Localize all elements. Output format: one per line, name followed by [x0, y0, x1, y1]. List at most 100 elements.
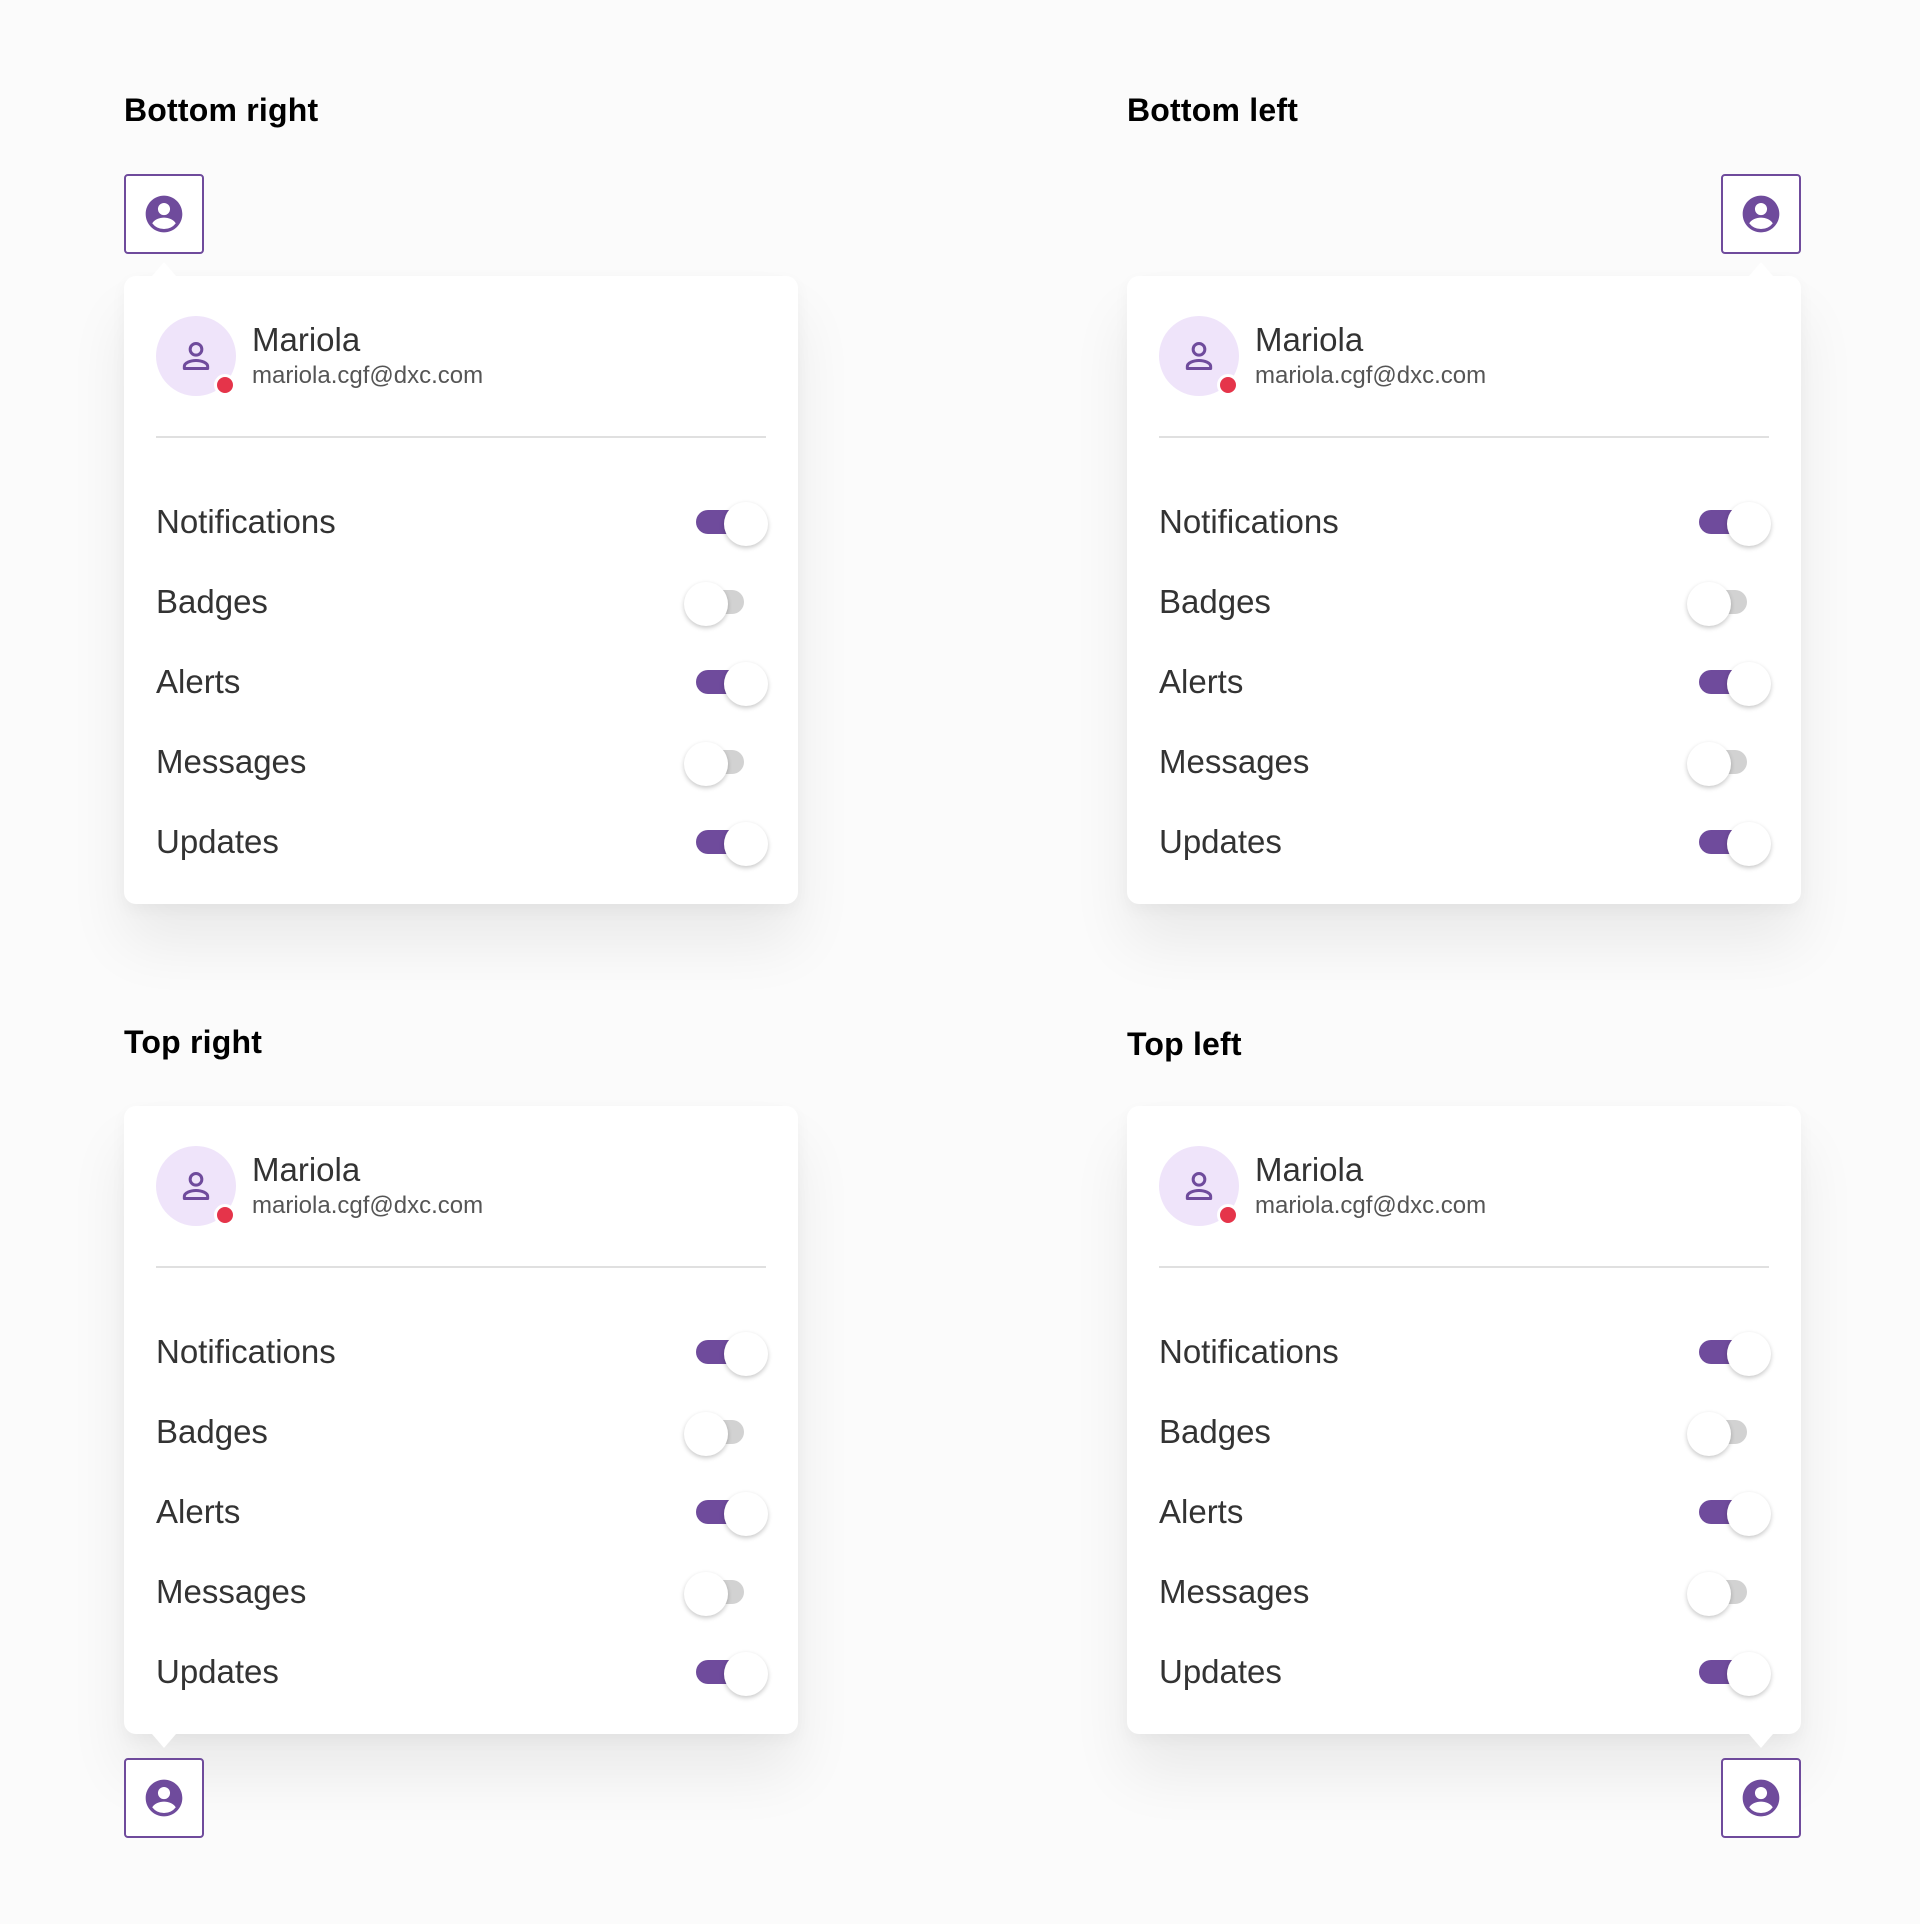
user-email: mariola.cgf@dxc.com	[252, 362, 484, 389]
account-circle-icon	[1742, 1779, 1780, 1817]
updates-switch[interactable]	[676, 814, 768, 870]
setting-label: Alerts	[1159, 663, 1244, 700]
user-info: Mariola mariola.cgf@dxc.com	[1159, 1146, 1486, 1226]
status-badge	[1217, 374, 1239, 396]
section-top-right: Top right Mariola mariola.cgf@dxc.com No…	[124, 1020, 798, 1920]
user-info: Mariola mariola.cgf@dxc.com	[1159, 316, 1486, 396]
section-bottom-right: Bottom right Mariola mariola.cgf@dxc.com…	[124, 88, 798, 988]
badges-switch[interactable]	[1679, 1404, 1769, 1460]
setting-row-notifications: Notifications	[1159, 1312, 1771, 1392]
person-outline-icon	[182, 1172, 210, 1200]
setting-label: Updates	[1159, 823, 1282, 860]
setting-label: Notifications	[156, 1333, 336, 1370]
user-info: Mariola mariola.cgf@dxc.com	[156, 316, 483, 396]
badges-switch[interactable]	[676, 1404, 766, 1460]
section-top-left: Top left Mariola mariola.cgf@dxc.com Not…	[1127, 1020, 1801, 1920]
user-popover: Mariola mariola.cgf@dxc.com Notification…	[1127, 1106, 1801, 1748]
badges-switch[interactable]	[1679, 574, 1769, 630]
setting-row-messages: Messages	[156, 722, 766, 802]
setting-label: Notifications	[156, 503, 336, 540]
setting-label: Messages	[1159, 1573, 1310, 1610]
setting-row-updates: Updates	[156, 802, 768, 882]
user-name: Mariola	[1255, 321, 1364, 358]
setting-label: Updates	[1159, 1653, 1282, 1690]
popover-arrow	[152, 1734, 176, 1748]
notifications-switch[interactable]	[1679, 494, 1771, 550]
user-menu-button[interactable]	[1721, 1758, 1801, 1838]
section-title: Bottom left	[1127, 92, 1299, 128]
user-name: Mariola	[252, 1151, 361, 1188]
alerts-switch[interactable]	[1679, 654, 1771, 710]
avatar	[156, 316, 236, 396]
setting-row-messages: Messages	[1159, 722, 1769, 802]
section-title: Bottom right	[124, 92, 319, 128]
section-bottom-left: Bottom left Mariola mariola.cgf@dxc.com …	[1127, 88, 1801, 988]
status-badge	[214, 1204, 236, 1226]
setting-row-updates: Updates	[1159, 802, 1771, 882]
updates-switch[interactable]	[1679, 1644, 1771, 1700]
notifications-switch[interactable]	[676, 494, 768, 550]
avatar	[156, 1146, 236, 1226]
setting-row-alerts: Alerts	[156, 1472, 768, 1552]
setting-row-badges: Badges	[1159, 1392, 1769, 1472]
user-email: mariola.cgf@dxc.com	[1255, 1192, 1487, 1219]
user-menu-button[interactable]	[124, 174, 204, 254]
notifications-switch[interactable]	[676, 1324, 768, 1380]
alerts-switch[interactable]	[1679, 1484, 1771, 1540]
section-title: Top right	[124, 1024, 263, 1060]
settings-list: Notifications Badges Alerts Messages Upd…	[1159, 482, 1771, 882]
messages-switch[interactable]	[1679, 1564, 1769, 1620]
alerts-switch[interactable]	[676, 1484, 768, 1540]
popover-arrow	[1749, 262, 1773, 276]
setting-row-notifications: Notifications	[156, 1312, 768, 1392]
setting-label: Badges	[1159, 1413, 1271, 1450]
user-popover: Mariola mariola.cgf@dxc.com Notification…	[124, 1106, 798, 1748]
updates-switch[interactable]	[676, 1644, 768, 1700]
setting-label: Notifications	[1159, 1333, 1339, 1370]
setting-label: Messages	[156, 743, 307, 780]
messages-switch[interactable]	[1679, 734, 1769, 790]
user-popover: Mariola mariola.cgf@dxc.com Notification…	[124, 262, 798, 904]
notifications-switch[interactable]	[1679, 1324, 1771, 1380]
divider	[1159, 1266, 1769, 1268]
setting-label: Badges	[156, 1413, 268, 1450]
user-email: mariola.cgf@dxc.com	[1255, 362, 1487, 389]
user-popover: Mariola mariola.cgf@dxc.com Notification…	[1127, 262, 1801, 904]
setting-row-alerts: Alerts	[1159, 1472, 1771, 1552]
badges-switch[interactable]	[676, 574, 766, 630]
alerts-switch[interactable]	[676, 654, 768, 710]
divider	[156, 436, 766, 438]
person-outline-icon	[1185, 342, 1213, 370]
user-info: Mariola mariola.cgf@dxc.com	[156, 1146, 483, 1226]
account-circle-icon	[145, 195, 183, 233]
setting-row-updates: Updates	[1159, 1632, 1771, 1712]
person-outline-icon	[182, 342, 210, 370]
setting-row-notifications: Notifications	[156, 482, 768, 562]
setting-label: Alerts	[1159, 1493, 1244, 1530]
setting-label: Alerts	[156, 663, 241, 700]
setting-row-updates: Updates	[156, 1632, 768, 1712]
user-menu-button[interactable]	[124, 1758, 204, 1838]
setting-row-messages: Messages	[156, 1552, 766, 1632]
setting-row-badges: Badges	[156, 1392, 766, 1472]
setting-row-notifications: Notifications	[1159, 482, 1771, 562]
setting-label: Notifications	[1159, 503, 1339, 540]
updates-switch[interactable]	[1679, 814, 1771, 870]
divider	[1159, 436, 1769, 438]
settings-list: Notifications Badges Alerts Messages Upd…	[1159, 1312, 1771, 1712]
setting-row-alerts: Alerts	[1159, 642, 1771, 722]
setting-label: Updates	[156, 1653, 279, 1690]
setting-label: Badges	[156, 583, 268, 620]
setting-label: Messages	[1159, 743, 1310, 780]
setting-label: Badges	[1159, 583, 1271, 620]
messages-switch[interactable]	[676, 734, 766, 790]
person-outline-icon	[1185, 1172, 1213, 1200]
popover-arrow	[1749, 1734, 1773, 1748]
setting-label: Alerts	[156, 1493, 241, 1530]
status-badge	[214, 374, 236, 396]
settings-list: Notifications Badges Alerts Messages Upd…	[156, 1312, 768, 1712]
messages-switch[interactable]	[676, 1564, 766, 1620]
divider	[156, 1266, 766, 1268]
setting-row-messages: Messages	[1159, 1552, 1769, 1632]
user-menu-button[interactable]	[1721, 174, 1801, 254]
